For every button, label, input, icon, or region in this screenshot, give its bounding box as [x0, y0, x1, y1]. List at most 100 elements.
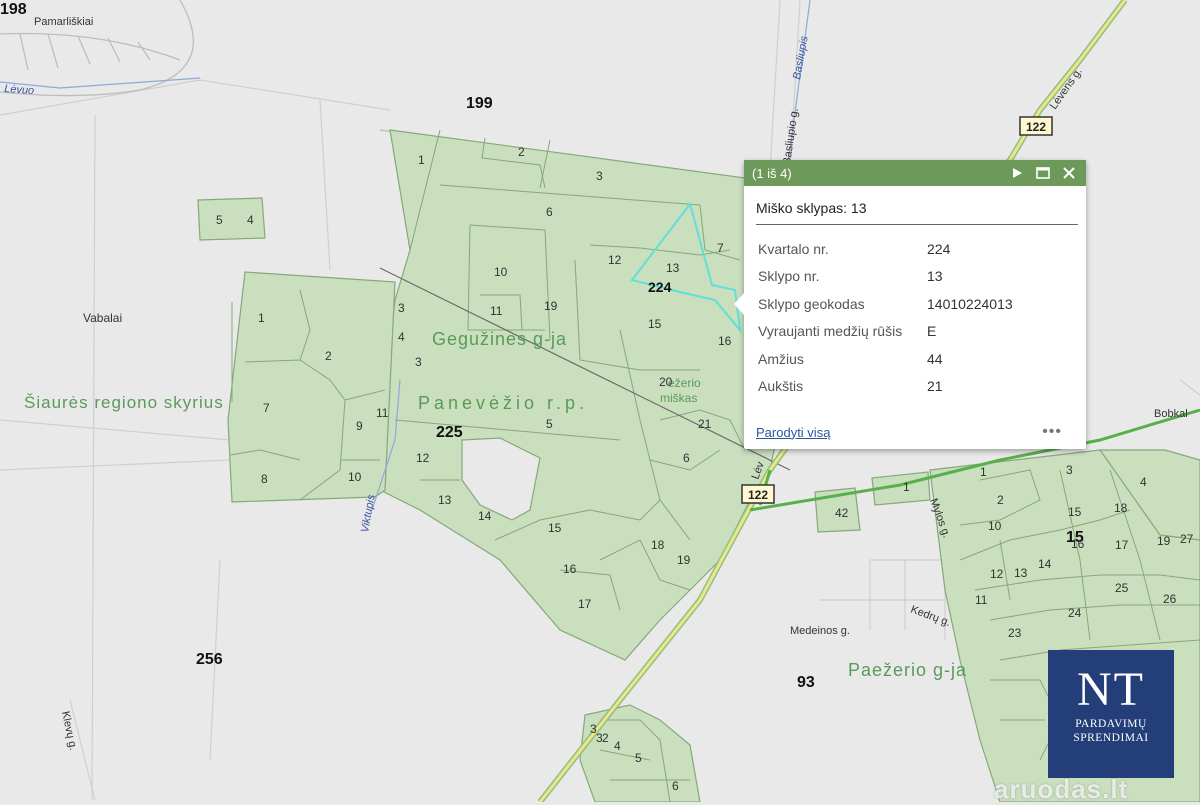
svg-text:122: 122: [748, 488, 768, 502]
svg-text:26: 26: [1163, 592, 1177, 606]
svg-text:42: 42: [835, 506, 849, 520]
svg-text:16: 16: [1071, 537, 1085, 551]
svg-text:14: 14: [1038, 557, 1052, 571]
svg-text:5: 5: [216, 213, 223, 227]
svg-text:1: 1: [903, 480, 910, 494]
svg-text:18: 18: [651, 538, 665, 552]
label-medeinos: Medeinos g.: [790, 625, 850, 637]
attribute-row: Vyraujanti medžių rūšis E: [758, 318, 1013, 346]
svg-text:2: 2: [602, 731, 609, 745]
svg-text:1: 1: [418, 153, 425, 167]
svg-text:19: 19: [1157, 534, 1171, 548]
svg-text:27: 27: [1180, 532, 1194, 546]
popup-attribute-table: Kvartalo nr. 224 Sklypo nr. 13 Sklypo geok…: [758, 235, 1013, 400]
svg-text:12: 12: [416, 451, 430, 465]
svg-text:15: 15: [648, 317, 662, 331]
popup-pointer: [734, 292, 745, 316]
maximize-button[interactable]: [1034, 164, 1052, 182]
block-256: 256: [196, 651, 223, 668]
svg-text:20: 20: [659, 375, 673, 389]
svg-text:13: 13: [666, 261, 680, 275]
svg-text:18: 18: [1114, 501, 1128, 515]
attribute-row: Sklypo nr. 13: [758, 263, 1013, 291]
svg-text:13: 13: [1014, 566, 1028, 580]
svg-text:13: 13: [438, 493, 452, 507]
svg-text:16: 16: [718, 334, 732, 348]
svg-text:3: 3: [1066, 463, 1073, 477]
svg-text:19: 19: [677, 553, 691, 567]
show-all-link[interactable]: Parodyti visą: [756, 425, 1042, 440]
block-199: 199: [466, 95, 493, 112]
attribute-value: 13: [927, 268, 943, 285]
svg-text:21: 21: [698, 417, 712, 431]
attribute-key: Aukštis: [758, 378, 804, 395]
block-225: 225: [436, 424, 463, 441]
attribute-row: Kvartalo nr. 224: [758, 235, 1013, 263]
logo-line-2: SPRENDIMAI: [1073, 732, 1149, 744]
label-geguzines: Gegužinės g-ja: [432, 329, 567, 349]
svg-text:16: 16: [563, 562, 577, 576]
place-pamarliskiai: Pamarliškiai: [34, 16, 93, 28]
play-icon: [1013, 168, 1022, 178]
svg-text:6: 6: [672, 779, 679, 793]
more-options-button[interactable]: •••: [1042, 423, 1062, 441]
block-93: 93: [797, 674, 815, 691]
svg-text:3: 3: [415, 355, 422, 369]
attribute-key: Kvartalo nr.: [758, 240, 829, 257]
svg-text:1: 1: [258, 311, 265, 325]
attribute-row: Sklypo geokodas 14010224013: [758, 290, 1013, 318]
label-siaures: Šiaurės regiono skyrius: [24, 393, 224, 412]
road-shield-1: 122: [1019, 116, 1053, 136]
road-shield-2: 122: [741, 484, 775, 504]
svg-text:11: 11: [490, 304, 503, 318]
svg-text:11: 11: [376, 406, 389, 420]
attribute-row: Amžius 44: [758, 345, 1013, 373]
feature-popup[interactable]: (1 iš 4) Miško sklypas: 13 Kvartalo nr. 2…: [734, 160, 1086, 449]
svg-text:2: 2: [325, 349, 332, 363]
attribute-key: Sklypo nr.: [758, 268, 820, 285]
attribute-value: 44: [927, 350, 943, 367]
svg-text:5: 5: [635, 751, 642, 765]
svg-text:10: 10: [988, 519, 1002, 533]
svg-text:2: 2: [997, 493, 1004, 507]
svg-text:19: 19: [544, 299, 558, 313]
popup-title: Miško sklypas: 13: [756, 200, 1078, 225]
svg-text:7: 7: [717, 241, 724, 255]
svg-text:17: 17: [578, 597, 592, 611]
svg-text:12: 12: [608, 253, 622, 267]
svg-text:11: 11: [975, 593, 988, 607]
svg-text:23: 23: [1008, 626, 1022, 640]
svg-text:12: 12: [990, 567, 1004, 581]
svg-text:25: 25: [1115, 581, 1129, 595]
svg-text:17: 17: [1115, 538, 1129, 552]
attribute-value: E: [927, 323, 937, 340]
brand-logo: NT PARDAVIMŲ SPRENDIMAI: [1048, 650, 1174, 778]
logo-letters: NT: [1077, 663, 1145, 716]
svg-text:7: 7: [263, 401, 270, 415]
attribute-value: 14010224013: [927, 295, 1013, 312]
close-button[interactable]: [1060, 164, 1078, 182]
svg-text:4: 4: [1140, 475, 1147, 489]
svg-text:15: 15: [548, 521, 562, 535]
place-bobkal: Bobkal: [1154, 408, 1188, 420]
next-feature-button[interactable]: [1008, 164, 1026, 182]
svg-text:9: 9: [356, 419, 363, 433]
popup-footer: Parodyti visą •••: [756, 423, 1062, 441]
attribute-value: 21: [927, 378, 943, 395]
svg-text:6: 6: [683, 451, 690, 465]
svg-text:2: 2: [518, 145, 525, 159]
svg-text:15: 15: [1068, 505, 1082, 519]
attribute-value: 224: [927, 240, 951, 257]
logo-line-1: PARDAVIMŲ: [1075, 718, 1147, 730]
attribute-row: Aukštis 21: [758, 373, 1013, 401]
block-198: 198: [0, 1, 27, 18]
attribute-key: Sklypo geokodas: [758, 295, 865, 312]
label-miskas: miškas: [660, 391, 697, 405]
attribute-key: Vyraujanti medžių rūšis: [758, 323, 903, 340]
popup-header: (1 iš 4): [744, 160, 1086, 186]
svg-text:3: 3: [596, 169, 603, 183]
svg-text:3: 3: [398, 301, 405, 315]
label-panevezio: Panevėžio r.p.: [418, 393, 588, 413]
svg-text:8: 8: [261, 472, 268, 486]
svg-text:10: 10: [348, 470, 362, 484]
